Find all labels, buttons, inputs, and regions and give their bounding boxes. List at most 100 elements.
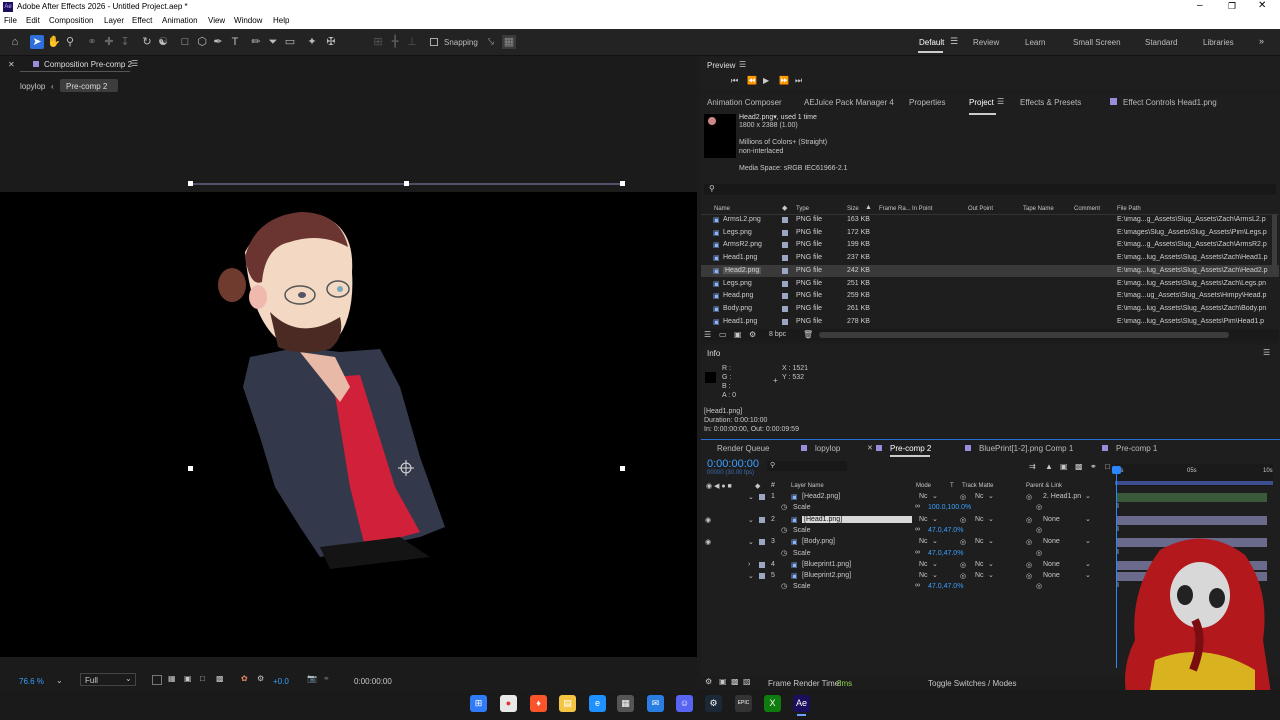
hand-tool-icon[interactable]: ✋ <box>47 35 61 49</box>
timeline-tab-0[interactable]: Render Queue <box>717 444 769 453</box>
track-matte-select[interactable]: Nc <box>975 561 984 568</box>
pickwhip-icon[interactable]: ◎ <box>1026 572 1032 580</box>
property-value[interactable]: 100.0,100.0% <box>928 504 971 511</box>
project-col-8[interactable]: File Path <box>1117 206 1141 212</box>
timeline-tab-3[interactable]: BluePrint[1-2].png Comp 1 <box>979 444 1073 453</box>
expand-arrow-icon[interactable]: ⌄ <box>748 538 754 546</box>
prev-frame-icon[interactable]: ⏪ <box>747 76 757 85</box>
project-col-0[interactable]: Name <box>714 206 730 212</box>
orbit-tool-icon[interactable]: ⚭ <box>85 35 99 49</box>
project-col-5[interactable]: Out Point <box>968 206 993 212</box>
resolution-select[interactable]: Full ⌄ <box>80 673 136 686</box>
timeline-timecode[interactable]: 0:00:00:00 <box>707 458 759 470</box>
more-workspaces-icon[interactable]: » <box>1259 36 1264 46</box>
mode-dropdown-icon[interactable]: ⌄ <box>932 515 938 523</box>
transfer-controls-icon[interactable]: ▩ <box>731 677 739 686</box>
minimize-icon[interactable]: – <box>1197 0 1203 11</box>
workspace-menu-icon[interactable]: ☰ <box>950 36 958 47</box>
mode-dropdown-icon[interactable]: ⌄ <box>932 537 938 545</box>
track-matte-select[interactable]: Nc <box>975 538 984 545</box>
timeline-tab-4[interactable]: Pre-comp 1 <box>1116 444 1157 453</box>
play-icon[interactable]: ▶ <box>763 76 769 85</box>
layer-duration-bar[interactable] <box>1117 493 1267 502</box>
matte-dropdown-icon[interactable]: ⌄ <box>988 537 994 545</box>
mode-dropdown-icon[interactable]: ⌄ <box>932 560 938 568</box>
menu-help[interactable]: Help <box>273 16 289 25</box>
brush-tool-icon[interactable]: ✏ <box>249 35 263 49</box>
delete-icon[interactable]: 🗑 <box>803 330 813 339</box>
project-tab-0[interactable]: Animation Composer <box>707 98 782 107</box>
taskbar-brave-icon[interactable]: ♦ <box>530 695 547 712</box>
zoom-level[interactable]: 76.6 % <box>19 677 44 686</box>
menu-animation[interactable]: Animation <box>162 16 198 25</box>
mask-visibility-icon[interactable]: ▣ <box>184 674 192 683</box>
parent-select[interactable]: None <box>1043 561 1060 568</box>
taskbar-discord-icon[interactable]: ☺ <box>676 695 693 712</box>
constrain-link-icon[interactable]: ∞ <box>915 582 920 589</box>
expand-arrow-icon[interactable]: ⌄ <box>748 516 754 524</box>
stopwatch-icon[interactable]: ◷ <box>781 582 787 590</box>
workspace-review[interactable]: Review <box>973 38 999 47</box>
stopwatch-icon[interactable]: ◷ <box>781 503 787 511</box>
taskbar-xbox-icon[interactable]: X <box>764 695 781 712</box>
label-col-icon[interactable]: ◆ <box>782 204 787 212</box>
character-artwork[interactable] <box>0 57 697 689</box>
frame-blending-icon[interactable]: ▩ <box>1075 462 1083 471</box>
shy-layers-icon[interactable]: ▣ <box>1060 462 1068 471</box>
workspace-learn[interactable]: Learn <box>1025 38 1045 47</box>
info-menu-icon[interactable]: ☰ <box>1263 348 1270 357</box>
menu-layer[interactable]: Layer <box>104 16 124 25</box>
matte-dropdown-icon[interactable]: ⌄ <box>988 492 994 500</box>
layer-name[interactable]: [Head1.png] <box>802 515 912 523</box>
layer-mode-select[interactable]: Nc <box>919 493 928 500</box>
project-hscrollbar[interactable] <box>819 332 1229 338</box>
property-value[interactable]: 47.0,47.0% <box>928 527 963 534</box>
parent-select[interactable]: None <box>1043 516 1060 523</box>
layer-row[interactable]: ◉ ⌄ 2 ▣ [Head1.png] Nc ⌄ ◎ Nc ⌄ ◎ None ⌄ <box>701 515 1113 526</box>
label-icon[interactable]: ◆ <box>755 482 760 490</box>
layer-switches-icon[interactable]: ▣ <box>719 677 727 686</box>
adjust-settings-icon[interactable]: ⚙ <box>749 330 756 339</box>
expression-pickwhip-icon[interactable]: ◎ <box>1036 549 1042 557</box>
property-row[interactable]: ◷ Scale ∞ 100.0,100.0% ◎ <box>701 503 1113 514</box>
close-tab-icon[interactable]: ✕ <box>867 444 873 452</box>
puppet-pin-icon[interactable]: ✠ <box>324 35 338 49</box>
snap-edges-icon[interactable]: ⤥ <box>484 35 498 49</box>
grid-options-icon[interactable]: ▩ <box>216 674 224 683</box>
expression-pickwhip-icon[interactable]: ◎ <box>1036 503 1042 511</box>
rectangle-tool-icon[interactable]: □ <box>178 35 192 49</box>
project-item[interactable]: ▣ Legs.png PNG file 251 KB E:\imag...lug_Ass… <box>701 278 1279 291</box>
expand-arrow-icon[interactable]: › <box>748 561 750 568</box>
snap-grid-icon[interactable]: ▦ <box>502 35 516 49</box>
expression-pickwhip-icon[interactable]: ◎ <box>1036 526 1042 534</box>
taskbar-edge-icon[interactable]: e <box>589 695 606 712</box>
zoom-dropdown-icon[interactable]: ⌄ <box>56 676 63 685</box>
taskbar-windows-start-icon[interactable]: ⊞ <box>470 695 487 712</box>
project-col-1[interactable]: Type <box>796 206 809 212</box>
graph-editor-icon[interactable]: □ <box>1105 462 1110 471</box>
in-out-icon[interactable]: ▧ <box>743 677 751 686</box>
layer-mode-select[interactable]: Nc <box>919 538 928 545</box>
render-settings-icon[interactable]: ⚙ <box>705 677 712 686</box>
project-tab-menu-icon[interactable]: ☰ <box>997 97 1004 106</box>
exposure-value[interactable]: +0.0 <box>273 677 289 686</box>
eraser-tool-icon[interactable]: ▭ <box>283 35 297 49</box>
track-matte-select[interactable]: Nc <box>975 516 984 523</box>
project-tab-3[interactable]: Project <box>969 98 994 107</box>
property-value[interactable]: 47.0,47.0% <box>928 583 963 590</box>
track-matte-select[interactable]: Nc <box>975 493 984 500</box>
layer-row[interactable]: ⌄ 1 ▣ [Head2.png] Nc ⌄ ◎ Nc ⌄ ◎ 2. Head1.pn ⌄ <box>701 492 1113 503</box>
matte-dropdown-icon[interactable]: ⌄ <box>988 560 994 568</box>
stopwatch-icon[interactable]: ◷ <box>781 549 787 557</box>
distribute-icon[interactable]: ╋ <box>388 35 402 49</box>
comp-timecode[interactable]: 0:00:00:00 <box>354 677 392 686</box>
parent-dropdown-icon[interactable]: ⌄ <box>1085 571 1091 579</box>
parent-select[interactable]: None <box>1043 572 1060 579</box>
interpret-footage-icon[interactable]: ☰ <box>704 330 711 339</box>
work-area-bar[interactable] <box>1115 481 1273 485</box>
snap-point-icon[interactable]: ⊥ <box>405 35 419 49</box>
taskbar-chrome-icon[interactable]: ● <box>500 695 517 712</box>
visibility-eye-icon[interactable]: ◉ <box>705 538 711 546</box>
expand-arrow-icon[interactable]: ⌄ <box>748 493 754 501</box>
layer-row[interactable]: ◉ ⌄ 3 ▣ [Body.png] Nc ⌄ ◎ Nc ⌄ ◎ None ⌄ <box>701 537 1113 548</box>
